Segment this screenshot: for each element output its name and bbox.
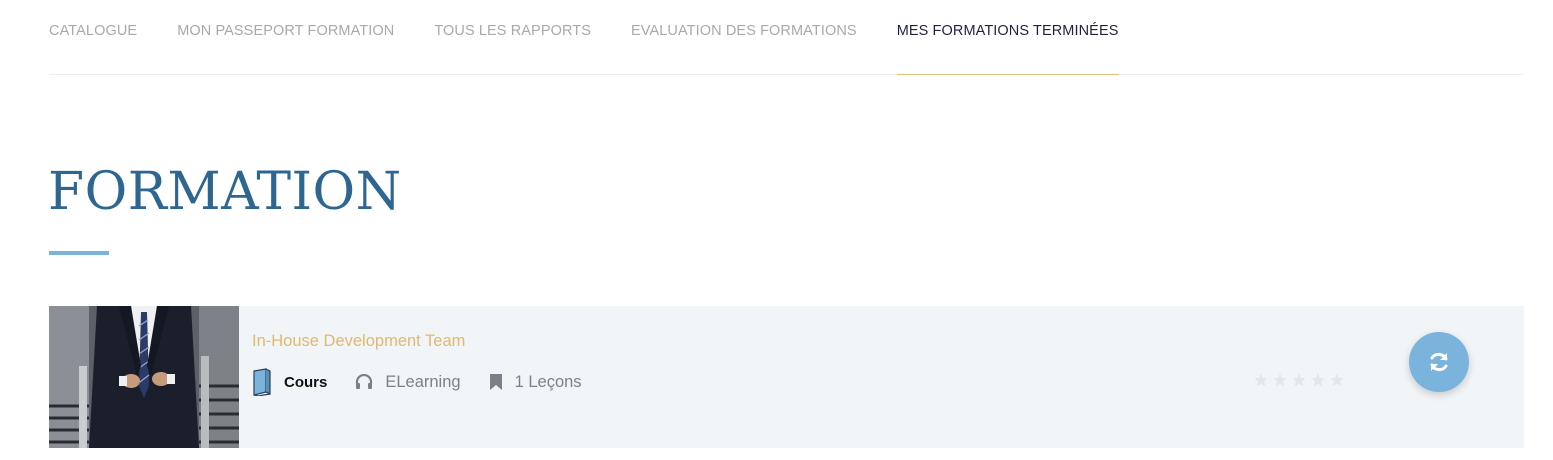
tab-catalogue[interactable]: CATALOGUE xyxy=(49,0,137,74)
course-rating xyxy=(1253,372,1345,388)
course-title-link[interactable]: In-House Development Team xyxy=(252,332,465,351)
bookmark-icon xyxy=(489,374,502,390)
book-icon xyxy=(253,368,271,396)
course-card: In-House Development Team Cours ELearnin… xyxy=(49,306,1524,448)
star-icon xyxy=(1254,373,1268,387)
businessman-photo-icon xyxy=(49,306,239,448)
title-underline xyxy=(49,251,109,255)
course-lessons: 1 Leçons xyxy=(489,373,582,392)
headphones-icon xyxy=(356,374,373,389)
star-icon xyxy=(1292,373,1306,387)
main-nav-tabs: CATALOGUE MON PASSEPORT FORMATION TOUS L… xyxy=(49,0,1524,75)
course-thumbnail[interactable] xyxy=(49,306,239,448)
tab-evaluation-des-formations[interactable]: EVALUATION DES FORMATIONS xyxy=(631,0,857,74)
refresh-button[interactable] xyxy=(1409,332,1469,392)
course-meta: Cours ELearning 1 Leçons xyxy=(252,368,610,396)
star-icon xyxy=(1311,373,1325,387)
refresh-icon xyxy=(1430,352,1448,372)
course-type: Cours xyxy=(252,368,327,396)
tab-mon-passeport-formation[interactable]: MON PASSEPORT FORMATION xyxy=(177,0,394,74)
star-icon xyxy=(1330,373,1344,387)
tab-mes-formations-terminees[interactable]: MES FORMATIONS TERMINÉES xyxy=(896,0,1119,75)
star-icon xyxy=(1273,373,1287,387)
course-mode-label: ELearning xyxy=(385,372,461,391)
course-mode: ELearning xyxy=(355,372,461,392)
course-lessons-label: 1 Leçons xyxy=(514,372,582,391)
page-title: FORMATION xyxy=(48,162,402,222)
course-type-label: Cours xyxy=(284,373,328,391)
tab-tous-les-rapports[interactable]: TOUS LES RAPPORTS xyxy=(434,0,591,74)
